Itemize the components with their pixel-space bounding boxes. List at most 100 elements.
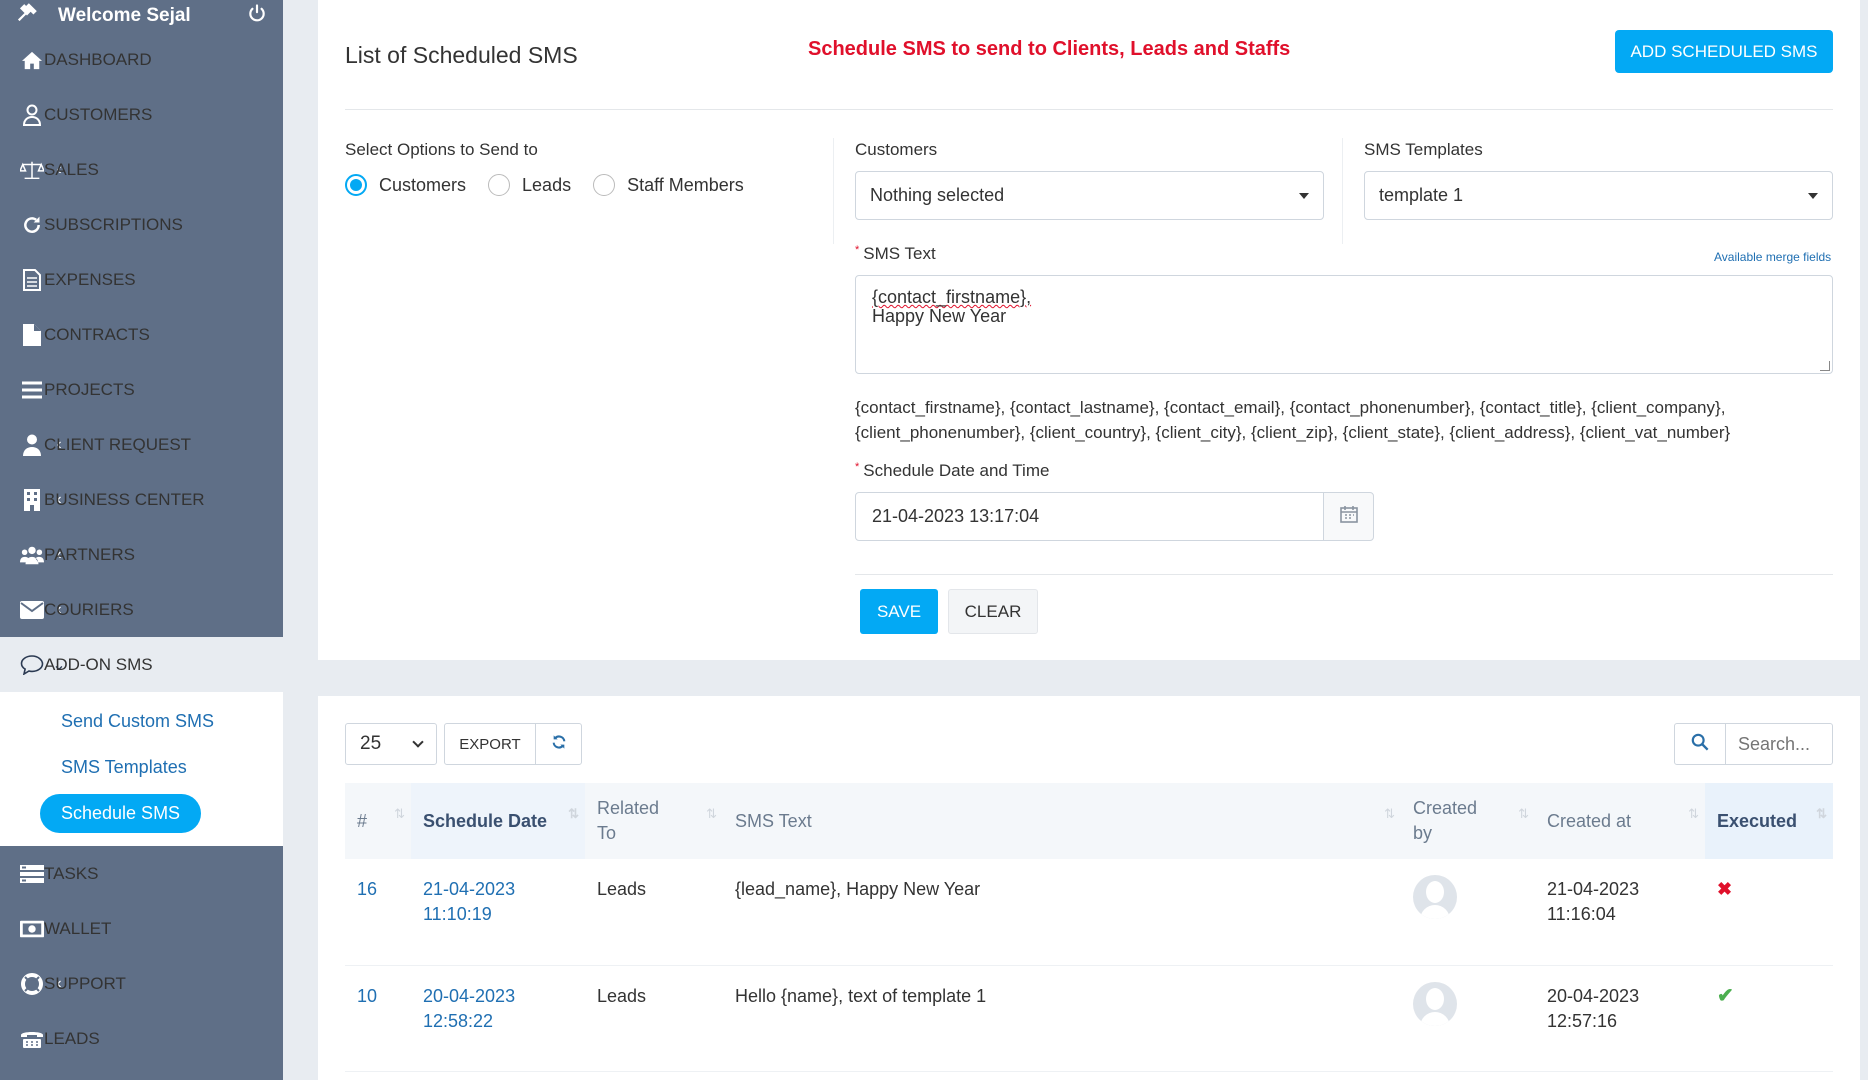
radio-label: Staff Members (627, 174, 744, 195)
schedule-date-text: 20-04-2023 (423, 985, 516, 1006)
row-schedule-date-link[interactable]: 21-04-2023 11:10:19 (411, 859, 585, 966)
column-header-related-to[interactable]: Related To ⇅ (585, 783, 723, 859)
send-to-radio-group: Customers Leads Staff Members (345, 174, 766, 196)
sms-templates-select[interactable]: template 1 (1364, 171, 1833, 220)
power-icon[interactable] (247, 3, 267, 29)
column-header-sms-text[interactable]: SMS Text ⇅ (723, 783, 1401, 859)
sort-icon: ⇅ (1518, 806, 1529, 821)
row-id-link[interactable]: 16 (345, 859, 411, 966)
radio-button[interactable] (488, 174, 511, 196)
building-icon (20, 488, 44, 512)
sidebar-item-label: BUSINESS CENTER (44, 489, 205, 509)
created-date-text: 21-04-2023 (1547, 879, 1640, 899)
gavel-icon (16, 2, 38, 30)
schedule-date-input[interactable]: 21-04-2023 13:17:04 (855, 492, 1324, 541)
sidebar-item-label: ADD-ON SMS (44, 654, 153, 674)
schedule-time-text: 12:58:22 (423, 1010, 494, 1031)
divider (345, 109, 1833, 110)
submenu-item-sms-templates[interactable]: SMS Templates (0, 744, 283, 790)
sidebar-item-customers[interactable]: CUSTOMERS (0, 87, 283, 142)
file-icon (20, 323, 44, 347)
sidebar-item-expenses[interactable]: EXPENSES (0, 252, 283, 307)
sidebar-item-projects[interactable]: PROJECTS (0, 362, 283, 417)
submenu-item-send-custom-sms[interactable]: Send Custom SMS (0, 698, 283, 744)
column-header-id[interactable]: # ⇅ (345, 783, 411, 859)
column-header-label: Related To (597, 798, 660, 843)
merge-fields-list: {contact_firstname}, {contact_lastname},… (855, 395, 1835, 445)
row-created-at: 20-04-2023 12:57:16 (1535, 965, 1705, 1072)
calendar-button[interactable] (1323, 492, 1374, 541)
sidebar-item-wallet[interactable]: WALLET (0, 901, 283, 956)
chevron-down-icon (412, 736, 424, 748)
submenu-label: Schedule SMS (40, 793, 202, 833)
sidebar-item-label: LEADS (44, 1028, 100, 1048)
calendar-icon (1339, 505, 1358, 528)
sidebar-item-subscriptions[interactable]: SUBSCRIPTIONS (0, 197, 283, 252)
sidebar-item-business-center[interactable]: BUSINESS CENTER ‹ (0, 472, 283, 527)
sidebar-item-tasks[interactable]: TASKS (0, 846, 283, 901)
row-sms-text: Hello {name}, text of template 1 (723, 965, 1401, 1072)
column-header-created-at[interactable]: Created at ⇅ (1535, 783, 1705, 859)
sidebar-item-dashboard[interactable]: DASHBOARD (0, 32, 283, 87)
refresh-icon (551, 734, 567, 755)
search-input[interactable] (1725, 723, 1833, 765)
avatar[interactable] (1413, 981, 1457, 1026)
sidebar: Welcome Sejal DASHBOARD CUSTOMERS SALES … (0, 0, 283, 1080)
row-related-to: Leads (585, 965, 723, 1072)
row-schedule-date-link[interactable]: 20-04-2023 12:58:22 (411, 965, 585, 1072)
required-asterisk: * (855, 244, 860, 256)
sidebar-item-couriers[interactable]: COURIERS ‹ (0, 582, 283, 637)
export-button[interactable]: EXPORT (444, 723, 536, 765)
sidebar-item-support[interactable]: SUPPORT ‹ (0, 956, 283, 1011)
radio-button[interactable] (593, 174, 616, 196)
sort-icon: ⇅ (394, 806, 405, 821)
welcome-text: Welcome Sejal (58, 5, 191, 26)
schedule-date-label: * Schedule Date and Time (855, 461, 1049, 481)
column-header-created-by[interactable]: Created by ⇅ (1401, 783, 1535, 859)
submenu-item-schedule-sms[interactable]: Schedule SMS (0, 790, 283, 836)
avatar[interactable] (1413, 875, 1457, 919)
add-scheduled-sms-button[interactable]: ADD SCHEDULED SMS (1615, 30, 1833, 73)
required-asterisk: * (855, 461, 860, 473)
page-length-select[interactable]: 25 (345, 723, 437, 765)
sidebar-header: Welcome Sejal (0, 0, 283, 32)
divider (833, 138, 834, 244)
column-header-executed[interactable]: Executed ⇅ (1705, 783, 1833, 859)
radio-customers[interactable]: Customers (345, 174, 466, 196)
sort-icon: ⇅ (1816, 806, 1827, 821)
available-merge-fields-link[interactable]: Available merge fields (1714, 250, 1831, 264)
search-button[interactable] (1674, 723, 1726, 765)
sms-text-line: {contact_firstname}, (872, 287, 1032, 307)
table-row: 16 21-04-2023 11:10:19 Leads {lead_name},… (345, 859, 1833, 966)
resize-handle[interactable] (1820, 361, 1830, 371)
promo-heading: Schedule SMS to send to Clients, Leads a… (808, 38, 1291, 60)
chat-icon (20, 653, 44, 677)
sidebar-item-partners[interactable]: PARTNERS ‹ (0, 527, 283, 582)
divider (1342, 138, 1343, 244)
column-header-label: # (357, 810, 368, 831)
scheduled-sms-table-panel: 25 EXPORT #⇅ Schedule Date⇅ Related To⇅ … (318, 696, 1860, 1080)
clear-button[interactable]: CLEAR (948, 589, 1038, 634)
radio-leads[interactable]: Leads (488, 174, 571, 196)
radio-staff-members[interactable]: Staff Members (593, 174, 744, 196)
schedule-date-label-text: Schedule Date and Time (863, 461, 1050, 480)
save-button[interactable]: SAVE (860, 589, 938, 634)
person-icon (20, 433, 44, 457)
schedule-time-text: 11:10:19 (423, 904, 492, 924)
sidebar-item-leads[interactable]: LEADS (0, 1011, 283, 1066)
table-row: 10 20-04-2023 12:58:22 Leads Hello {name}… (345, 965, 1833, 1072)
scheduled-sms-table: # ⇅ Schedule Date ⇅ Related To ⇅ SMS Text ⇅ … (345, 783, 1833, 1072)
sort-icon: ⇅ (1384, 806, 1395, 821)
column-header-label: Created by (1413, 798, 1478, 843)
sidebar-item-sales[interactable]: SALES ‹ (0, 142, 283, 197)
sidebar-item-add-on-sms[interactable]: ADD-ON SMS ⌄ (0, 637, 283, 692)
sidebar-item-contracts[interactable]: CONTRACTS (0, 307, 283, 362)
reload-button[interactable] (535, 723, 582, 765)
column-header-schedule-date[interactable]: Schedule Date ⇅ (411, 783, 585, 859)
sidebar-item-client-request[interactable]: CLIENT REQUEST ‹ (0, 417, 283, 472)
row-created-at: 21-04-2023 11:16:04 (1535, 859, 1705, 966)
sms-text-textarea[interactable]: {contact_firstname}, Happy New Year (855, 275, 1833, 374)
radio-button-checked[interactable] (345, 174, 367, 196)
customers-select[interactable]: Nothing selected (855, 171, 1324, 220)
row-id-link[interactable]: 10 (345, 965, 411, 1072)
